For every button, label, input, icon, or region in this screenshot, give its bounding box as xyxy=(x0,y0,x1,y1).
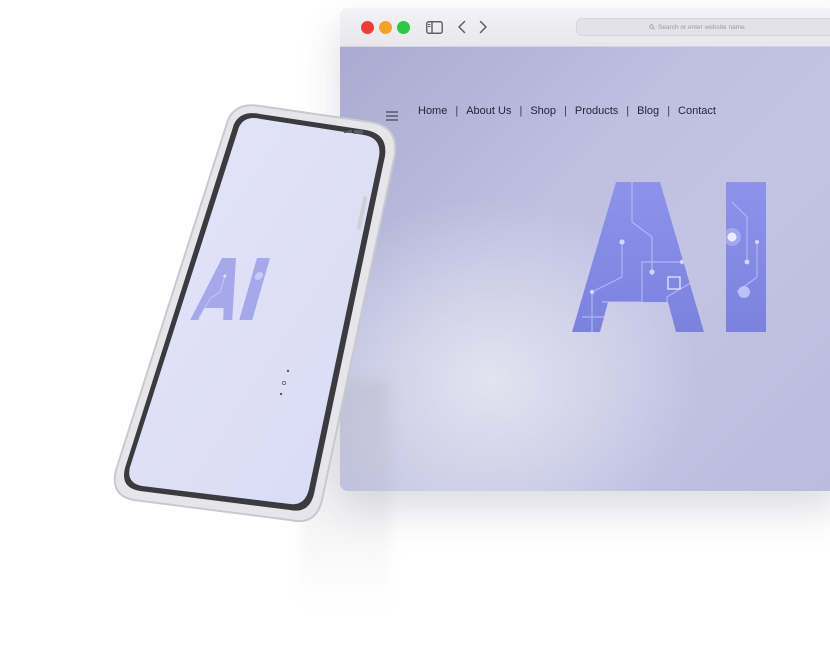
maximize-window-button[interactable] xyxy=(397,21,410,34)
nav-separator: | xyxy=(564,105,567,117)
smartphone xyxy=(112,100,402,530)
nav-link-about-us[interactable]: About Us xyxy=(466,105,511,117)
nav-separator: | xyxy=(626,105,630,117)
nav-link-shop[interactable]: Shop xyxy=(530,105,556,117)
nav-separator: | xyxy=(455,105,459,117)
site-navigation: Home | About Us | Shop | Products | Blog… xyxy=(418,105,716,117)
browser-window: Search or enter website name Home | Abou… xyxy=(340,8,830,491)
nav-link-blog[interactable]: Blog xyxy=(637,105,659,117)
scene: Search or enter website name Home | Abou… xyxy=(0,0,830,650)
address-placeholder: Search or enter website name xyxy=(658,23,745,31)
close-window-button[interactable] xyxy=(361,21,374,34)
nav-separator: | xyxy=(667,105,671,117)
nav-link-products[interactable]: Products xyxy=(575,105,618,117)
search-icon xyxy=(649,24,655,30)
minimize-window-button[interactable] xyxy=(379,21,392,34)
back-icon[interactable] xyxy=(454,17,468,37)
address-bar[interactable]: Search or enter website name xyxy=(576,18,830,36)
browser-toolbar: Search or enter website name xyxy=(340,8,830,47)
hero-ai-graphic xyxy=(572,182,768,332)
website-viewport: Home | About Us | Shop | Products | Blog… xyxy=(340,47,830,491)
forward-icon[interactable] xyxy=(476,17,490,37)
nav-separator: | xyxy=(519,105,523,117)
nav-link-contact[interactable]: Contact xyxy=(678,105,716,117)
sidebar-icon[interactable] xyxy=(424,17,444,37)
nav-link-home[interactable]: Home xyxy=(418,105,447,117)
